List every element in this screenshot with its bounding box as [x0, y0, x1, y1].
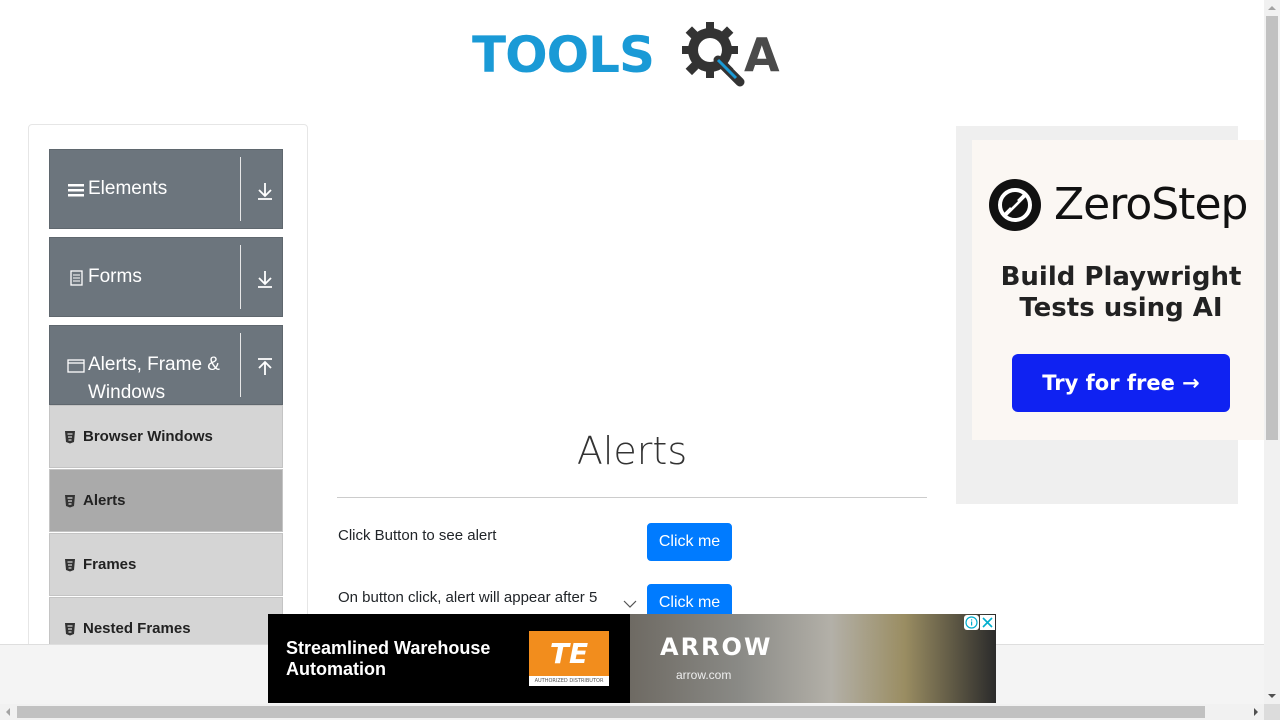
scroll-up-icon[interactable] [1264, 0, 1280, 16]
document-icon [70, 270, 83, 286]
alert-row-text: Click Button to see alert [338, 527, 497, 544]
gear-magnifier-icon [682, 22, 745, 87]
zerostep-brand: ZeroStep [1054, 179, 1248, 230]
scroll-right-icon[interactable] [1248, 704, 1264, 720]
scroll-down-icon[interactable] [1264, 688, 1280, 704]
html5-icon [65, 623, 75, 636]
sidebar-item-label: Alerts [83, 492, 126, 509]
separator [240, 157, 241, 221]
sidebar-item-alerts[interactable]: Alerts [49, 469, 283, 532]
group-label: Elements [88, 178, 168, 199]
logo-text-tail: A [744, 28, 780, 82]
zerostep-logo-icon [989, 179, 1041, 231]
zerostep-tagline: Build Playwright Tests using AI [990, 262, 1252, 324]
scroll-left-icon[interactable] [0, 704, 16, 720]
bottom-ad[interactable]: Streamlined Warehouse Automation TE AUTH… [268, 614, 996, 703]
sidebar-item-label: Browser Windows [83, 428, 213, 445]
timer-alert-row-text: On button click, alert will appear after… [338, 589, 598, 606]
sidebar-item-frames[interactable]: Frames [49, 533, 283, 596]
alert-button[interactable]: Click me [647, 523, 732, 561]
ad-headline-line1: Streamlined Warehouse [286, 638, 491, 658]
upload-arrow-icon [258, 358, 272, 375]
ad-info-icon[interactable] [964, 615, 979, 630]
html5-icon [65, 431, 75, 444]
tagline-line1: Build Playwright [1000, 262, 1242, 292]
te-logo: TE AUTHORIZED DISTRIBUTOR [529, 631, 609, 686]
download-arrow-icon [258, 183, 272, 200]
arrow-url: arrow.com [676, 668, 732, 682]
logo-text: TOOLS [472, 26, 655, 84]
sidebar-item-browser-windows[interactable]: Browser Windows [49, 405, 283, 468]
sidebar-item-label: Frames [83, 556, 137, 573]
download-arrow-icon [258, 271, 272, 288]
separator [240, 333, 241, 397]
group-label: Forms [88, 266, 142, 287]
ad-headline-line2: Automation [286, 659, 386, 679]
ad-headline: Streamlined Warehouse Automation [286, 638, 526, 680]
group-header-elements[interactable]: Elements [49, 149, 283, 229]
ad-close-icon[interactable] [980, 615, 995, 630]
chevron-down-icon[interactable] [622, 598, 638, 610]
te-logo-subtext: AUTHORIZED DISTRIBUTOR [529, 676, 609, 686]
group-label-line1: Alerts, Frame & [88, 354, 220, 375]
try-for-free-button[interactable]: Try for free → [1012, 354, 1230, 412]
te-logo-text: TE [549, 637, 589, 670]
sidebar-item-label: Nested Frames [83, 620, 191, 637]
separator [240, 245, 241, 309]
group-header-forms[interactable]: Forms [49, 237, 283, 317]
horizontal-scrollbar-thumb[interactable] [17, 706, 1205, 718]
vertical-scrollbar-thumb[interactable] [1266, 16, 1278, 440]
html5-icon [65, 495, 75, 508]
page: TOOLS A Elements Forms Alerts, Frame & W… [0, 0, 1280, 720]
arrow-brand: ARROW [660, 633, 773, 661]
toolsqa-logo[interactable]: TOOLS A [472, 14, 796, 92]
hamburger-icon [68, 184, 84, 197]
html5-icon [65, 559, 75, 572]
page-title: Alerts [576, 429, 688, 473]
group-header-alerts-frame-windows[interactable]: Alerts, Frame & Windows [49, 325, 283, 405]
title-divider [337, 497, 927, 498]
tagline-line2: Tests using AI [1019, 293, 1223, 323]
group-label-line2: Windows [88, 382, 166, 403]
scrollbar-corner [1264, 704, 1280, 720]
window-icon [67, 359, 85, 373]
